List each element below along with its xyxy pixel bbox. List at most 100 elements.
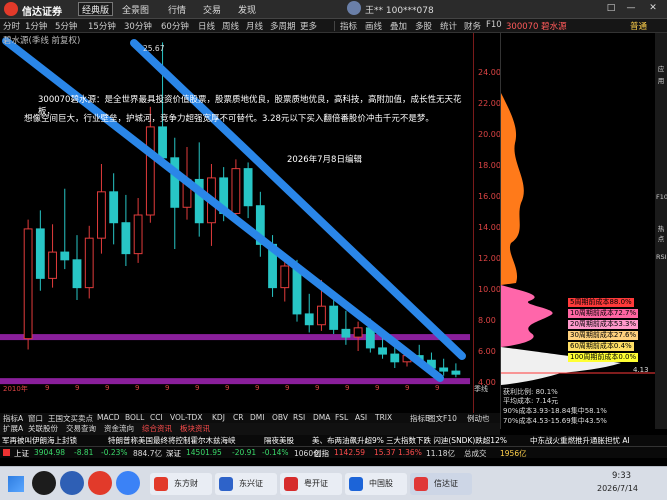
index-ticker: 上证 3904.98 -8.81 -0.23% 884.7亿 深证 14501.… — [0, 446, 667, 458]
tab-macd[interactable]: MACD — [97, 413, 119, 422]
year-label: 2010年 — [3, 385, 28, 393]
app-icon[interactable] — [116, 471, 140, 495]
tool-finance[interactable]: 财务 — [464, 20, 481, 32]
app-icon — [219, 477, 233, 491]
period-tab-day[interactable]: 日线 — [198, 20, 215, 32]
tab-cr[interactable]: CR — [233, 413, 243, 422]
start-menu-icon[interactable] — [8, 476, 24, 492]
news-item[interactable]: 中东战火重燃推升通胀担忧 AI — [530, 435, 630, 446]
tool-overlay[interactable]: 叠加 — [390, 20, 407, 32]
taskbar-app-1[interactable]: 东方财富... — [150, 473, 212, 495]
tab-fund-flow[interactable]: 资金流向 — [104, 423, 134, 434]
period-tab-fenshi[interactable]: 分时 — [3, 20, 20, 32]
side-tab-use[interactable]: 用 — [656, 75, 666, 85]
index-marker-icon — [3, 449, 10, 456]
current-price-label: 4.13 — [633, 366, 649, 374]
clock-date[interactable]: 2026/7/14 — [597, 484, 638, 493]
tab-trix[interactable]: TRIX — [375, 413, 392, 422]
candle-body — [158, 126, 167, 159]
side-tab-f10[interactable]: F10 — [656, 193, 667, 201]
tab-dmi[interactable]: DMI — [250, 413, 264, 422]
sh-label[interactable]: 上证 — [14, 448, 29, 459]
stock-header: 300070 碧水源 — [506, 22, 567, 32]
period-label: 季线 — [474, 385, 488, 393]
tool-f10[interactable]: F10 — [486, 20, 502, 30]
taskbar-app-4[interactable]: 中国股民... — [345, 473, 407, 495]
tab-dma[interactable]: DMA — [313, 413, 330, 422]
tab-rsi[interactable]: RSI — [293, 413, 305, 422]
cost-label-10: 10周期前成本72.7% — [568, 309, 639, 318]
tool-draw[interactable]: 画线 — [365, 20, 382, 32]
period-tab-60min[interactable]: 60分钟 — [161, 20, 189, 32]
tab-extend-a[interactable]: 扩展A — [3, 423, 23, 434]
version-select[interactable]: 经典版 — [78, 2, 114, 16]
candle-body — [304, 313, 314, 326]
minimize-icon[interactable]: — — [625, 2, 637, 14]
app-icon[interactable] — [88, 471, 112, 495]
period-tab-30min[interactable]: 30分钟 — [124, 20, 152, 32]
menu-item-discover[interactable]: 发现 — [238, 3, 256, 16]
y-tick: 20.00 — [478, 130, 501, 139]
cost-90: 90%成本3.93-18.84集中58.1% — [503, 407, 607, 415]
cost-label-20: 20周期前成本53.3% — [568, 320, 639, 329]
tool-multistock[interactable]: 多股 — [415, 20, 432, 32]
tab-fsl[interactable]: FSL — [335, 413, 348, 422]
period-tab-more[interactable]: 更多 — [300, 20, 317, 32]
period-tab-multi[interactable]: 多周期 — [270, 20, 296, 32]
tab-kdj[interactable]: KDJ — [212, 413, 225, 422]
user-account[interactable]: 王** 100***078 — [365, 3, 434, 16]
kline-chart-area[interactable] — [0, 33, 500, 413]
tab-asi[interactable]: ASI — [355, 413, 367, 422]
period-tab-1min[interactable]: 1分钟 — [25, 20, 47, 32]
trendline-lower — [2, 37, 444, 382]
tab-news[interactable]: 综合资讯 — [142, 423, 172, 434]
taskbar-app-2[interactable]: 东兴证券... — [215, 473, 277, 495]
close-icon[interactable]: ✕ — [647, 2, 659, 14]
period-tab-month[interactable]: 月线 — [246, 20, 263, 32]
taskbar-app-5[interactable]: 信达证券... — [410, 473, 472, 495]
side-tab-rsi[interactable]: RSI — [656, 253, 667, 261]
app-icon[interactable] — [32, 471, 56, 495]
tab-cci[interactable]: CCI — [150, 413, 163, 422]
period-tab-week[interactable]: 周线 — [222, 20, 239, 32]
user-avatar[interactable] — [347, 1, 361, 15]
tool-indicator[interactable]: 指标 — [340, 20, 357, 32]
side-tab-hot[interactable]: 热 — [656, 223, 666, 233]
tab-vol-tdx[interactable]: VOL-TDX — [170, 413, 202, 422]
cy-label[interactable]: 创指 — [314, 448, 329, 459]
tab-f10-graphic[interactable]: 图文F10 — [428, 413, 457, 424]
menu-item-trade[interactable]: 交易 — [203, 3, 221, 16]
year-label: 9 — [285, 384, 290, 392]
menu-item-panorama[interactable]: 全景图 — [122, 3, 149, 16]
period-tab-5min[interactable]: 5分钟 — [55, 20, 77, 32]
year-label: 9 — [345, 384, 350, 392]
maximize-icon[interactable]: □ — [605, 2, 617, 14]
candle-body — [341, 328, 351, 338]
tab-trade-query[interactable]: 交易查询 — [66, 423, 96, 434]
tab-related-stocks[interactable]: 关联股份 — [28, 423, 58, 434]
menu-item-quotes[interactable]: 行情 — [168, 3, 186, 16]
news-item[interactable]: 三大指数下跌 闪迪(SNDK)跌超12% — [386, 435, 507, 446]
tool-stats[interactable]: 统计 — [440, 20, 457, 32]
candle-body — [353, 327, 363, 338]
period-tab-15min[interactable]: 15分钟 — [88, 20, 116, 32]
taskbar-app-label: 东方财富... — [174, 479, 198, 488]
candle-body — [280, 265, 290, 289]
tab-boll[interactable]: BOLL — [125, 413, 144, 422]
app-icon[interactable] — [60, 471, 84, 495]
cy-price: 1142.59 — [334, 448, 366, 457]
candle-body — [121, 222, 131, 255]
news-item[interactable]: 美、布两油飙升超9% — [312, 435, 384, 446]
news-item[interactable]: 特朗普称美国最终将控制霍尔木兹海峡 — [108, 435, 236, 446]
clock-time[interactable]: 9:33 — [612, 471, 631, 481]
taskbar-app-3[interactable]: 粤开证券... — [280, 473, 342, 495]
side-tab-app[interactable]: 应 — [656, 63, 666, 73]
news-item[interactable]: 隔夜美股 — [264, 435, 294, 446]
news-item[interactable]: 军再被叫伊朗海上封锁 — [2, 435, 77, 446]
tab-extra[interactable]: 例动也 — [467, 413, 490, 424]
tab-sector-news[interactable]: 板块资讯 — [180, 423, 210, 434]
tab-obv[interactable]: OBV — [272, 413, 288, 422]
side-tab-point[interactable]: 点 — [656, 233, 666, 243]
sz-label[interactable]: 深证 — [166, 448, 181, 459]
cost-label-30: 30周期前成本27.6% — [568, 331, 639, 340]
